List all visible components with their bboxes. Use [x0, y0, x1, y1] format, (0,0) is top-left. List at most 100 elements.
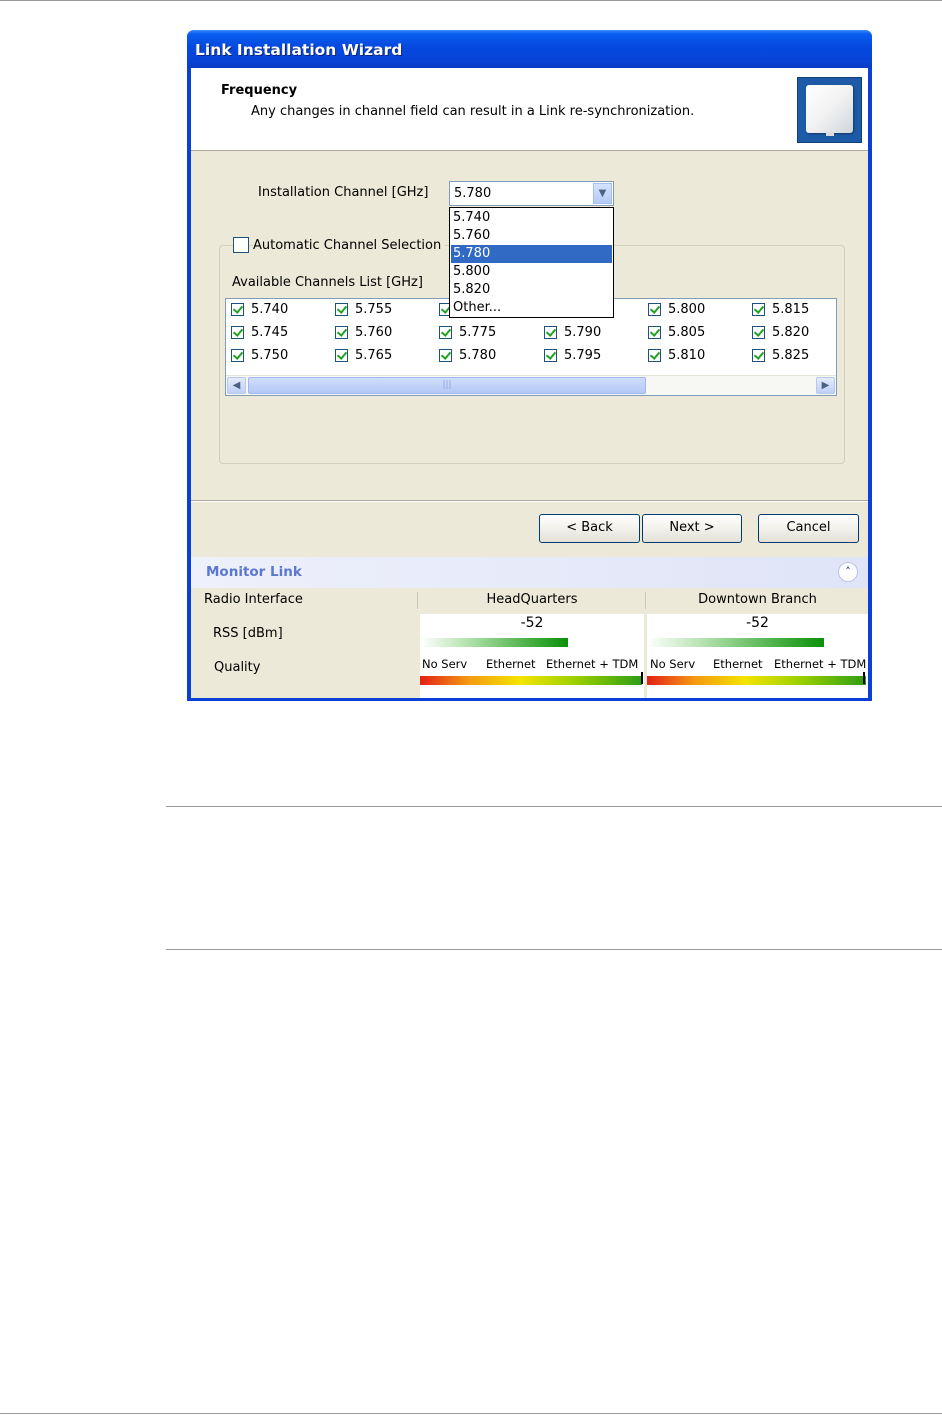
- channel-item[interactable]: 5.790: [539, 324, 639, 342]
- scroll-left-icon[interactable]: ◀: [227, 377, 246, 394]
- column-divider: [645, 592, 646, 609]
- channel-item[interactable]: 5.780: [434, 347, 534, 365]
- channel-label: 5.795: [564, 348, 602, 363]
- auto-channel-checkbox[interactable]: [233, 237, 249, 253]
- channel-item[interactable]: 5.745: [226, 324, 326, 342]
- installation-channel-label: Installation Channel [GHz]: [258, 185, 429, 200]
- channel-item[interactable]: 5.805: [643, 324, 743, 342]
- channel-item[interactable]: 5.775: [434, 324, 534, 342]
- channel-item[interactable]: 5.800: [643, 301, 743, 319]
- channel-checkbox[interactable]: [752, 326, 765, 339]
- channel-label: 5.790: [564, 325, 602, 340]
- channel-label: 5.745: [251, 325, 289, 340]
- channel-checkbox[interactable]: [439, 349, 452, 362]
- headquarters-quality-label-noserv: No Serv: [422, 657, 468, 671]
- bottom-rule: [0, 1413, 942, 1414]
- channel-checkbox[interactable]: [231, 326, 244, 339]
- channel-checkbox[interactable]: [335, 349, 348, 362]
- downtown-branch-quality-bar: [647, 676, 866, 685]
- channel-item[interactable]: 5.760: [330, 324, 430, 342]
- dropdown-option[interactable]: 5.820: [451, 281, 612, 299]
- installation-channel-value: 5.780: [454, 186, 492, 201]
- wizard-window: Link Installation Wizard Frequency Any c…: [187, 30, 872, 701]
- channel-label: 5.755: [355, 302, 393, 317]
- column-header-radio-interface: Radio Interface: [204, 592, 303, 607]
- dropdown-option[interactable]: 5.800: [451, 263, 612, 281]
- channel-checkbox[interactable]: [544, 349, 557, 362]
- headquarters-rss-value: -52: [520, 615, 544, 631]
- channel-item[interactable]: 5.740: [226, 301, 326, 319]
- dropdown-option[interactable]: 5.760: [451, 227, 612, 245]
- auto-channel-label: Automatic Channel Selection: [253, 238, 446, 253]
- channel-checkbox[interactable]: [752, 303, 765, 316]
- channel-item[interactable]: 5.825: [747, 347, 836, 365]
- channel-item[interactable]: 5.750: [226, 347, 326, 365]
- column-header-headquarters: HeadQuarters: [486, 592, 578, 607]
- downtown-branch-cell: -52 No Serv Ethernet Ethernet + TDM: [647, 614, 868, 698]
- headquarters-rss-bar: [420, 638, 568, 647]
- downtown-branch-rss-bar: [647, 638, 824, 647]
- page-subtitle: Any changes in channel field can result …: [251, 104, 695, 119]
- channel-label: 5.805: [668, 325, 706, 340]
- wizard-header: Frequency Any changes in channel field c…: [191, 68, 868, 151]
- channel-item[interactable]: 5.815: [747, 301, 836, 319]
- channel-item[interactable]: 5.755: [330, 301, 430, 319]
- title-bar[interactable]: Link Installation Wizard: [187, 30, 872, 68]
- channel-checkbox[interactable]: [648, 303, 661, 316]
- channel-item[interactable]: 5.795: [539, 347, 639, 365]
- downtown-branch-quality-label-noserv: No Serv: [650, 657, 696, 671]
- antenna-icon: [797, 77, 862, 143]
- monitor-link-header[interactable]: Monitor Link ˄: [191, 557, 868, 588]
- channel-checkbox[interactable]: [648, 326, 661, 339]
- page-title: Frequency: [221, 83, 298, 98]
- downtown-branch-rss-value: -52: [746, 615, 769, 631]
- headquarters-quality-label-ethernet: Ethernet: [486, 657, 536, 671]
- channel-label: 5.820: [772, 325, 810, 340]
- scroll-thumb[interactable]: |||: [248, 377, 646, 394]
- channel-checkbox[interactable]: [752, 349, 765, 362]
- channel-checkbox[interactable]: [335, 303, 348, 316]
- channel-label: 5.810: [668, 348, 706, 363]
- channel-item[interactable]: 5.765: [330, 347, 430, 365]
- back-button[interactable]: < Back: [539, 514, 640, 543]
- channel-label: 5.750: [251, 348, 289, 363]
- channel-label: 5.825: [772, 348, 810, 363]
- dropdown-option-selected[interactable]: 5.780: [451, 245, 612, 263]
- monitor-grid: Radio Interface HeadQuarters Downtown Br…: [191, 588, 868, 698]
- channel-label: 5.760: [355, 325, 393, 340]
- channel-label: 5.815: [772, 302, 810, 317]
- channel-dropdown-list[interactable]: 5.740 5.760 5.780 5.800 5.820 Other...: [449, 207, 614, 318]
- column-header-downtown-branch: Downtown Branch: [698, 592, 817, 607]
- downtown-branch-quality-label-ethernet: Ethernet: [713, 657, 763, 671]
- chevron-down-icon[interactable]: ▼: [593, 183, 612, 204]
- headquarters-cell: -52 No Serv Ethernet Ethernet + TDM: [420, 614, 644, 698]
- installation-channel-combo[interactable]: 5.780 ▼: [449, 181, 614, 206]
- horizontal-scrollbar[interactable]: ◀ ||| ▶: [226, 375, 836, 395]
- channel-label: 5.800: [668, 302, 706, 317]
- monitor-link-panel: Monitor Link ˄ Radio Interface HeadQuart…: [191, 557, 868, 698]
- headquarters-quality-label-tdm: Ethernet + TDM: [546, 657, 639, 671]
- next-button[interactable]: Next >: [642, 514, 742, 543]
- channel-checkbox[interactable]: [439, 326, 452, 339]
- channel-checkbox[interactable]: [231, 303, 244, 316]
- window-title: Link Installation Wizard: [195, 41, 403, 59]
- channel-checkbox[interactable]: [544, 326, 557, 339]
- section-rule-upper: [166, 806, 942, 807]
- channel-checkbox[interactable]: [648, 349, 661, 362]
- downtown-branch-quality-marker: [863, 672, 865, 684]
- scroll-right-icon[interactable]: ▶: [816, 377, 835, 394]
- channel-checkbox[interactable]: [335, 326, 348, 339]
- headquarters-quality-bar: [420, 676, 642, 685]
- channel-item[interactable]: 5.820: [747, 324, 836, 342]
- available-channels-label: Available Channels List [GHz]: [232, 275, 423, 290]
- dropdown-option[interactable]: 5.740: [451, 209, 612, 227]
- dropdown-option-other[interactable]: Other...: [451, 299, 612, 317]
- wizard-client-area: Frequency Any changes in channel field c…: [191, 68, 868, 698]
- top-rule: [0, 0, 942, 1]
- button-separator: [191, 500, 868, 502]
- channel-item[interactable]: 5.810: [643, 347, 743, 365]
- collapse-icon[interactable]: ˄: [838, 562, 858, 582]
- channel-label: 5.765: [355, 348, 393, 363]
- channel-checkbox[interactable]: [231, 349, 244, 362]
- cancel-button[interactable]: Cancel: [758, 514, 859, 543]
